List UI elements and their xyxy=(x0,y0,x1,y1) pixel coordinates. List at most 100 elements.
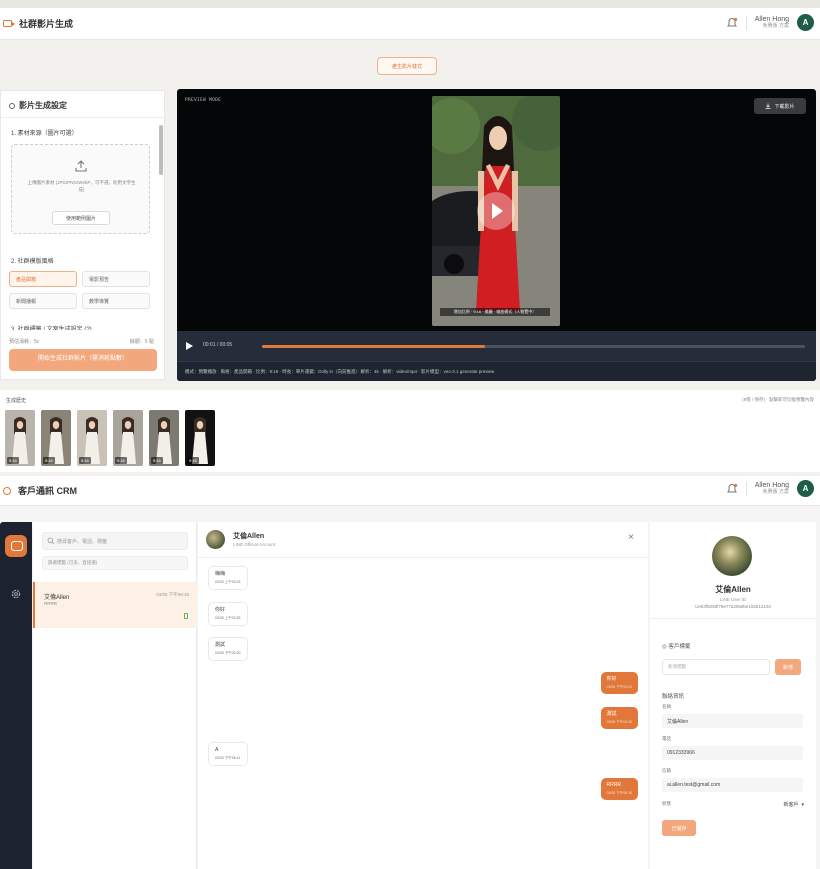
template-option-1[interactable]: 電影預告 xyxy=(82,271,150,287)
history-thumbnail-ratio: 9:16 xyxy=(187,457,199,464)
message-time: 03/05 下午08:16 xyxy=(606,791,633,795)
outgoing-message: 你好 03/05 下午03:24 xyxy=(600,672,638,694)
settings-divider xyxy=(1,117,166,118)
play-overlay-icon[interactable] xyxy=(477,192,515,230)
top-strip xyxy=(0,0,820,8)
message-time: 03/05 下午03:20 xyxy=(215,651,241,655)
conversation-time: 03/05 下午08:16 xyxy=(156,592,189,597)
message-text: 嗨嗨 xyxy=(215,571,226,577)
history-thumbnail-ratio: 9:16 xyxy=(115,457,127,464)
crm-user-avatar[interactable]: A xyxy=(797,480,814,497)
history-thumbnail[interactable]: 9:16 xyxy=(149,410,179,466)
profile-avatar xyxy=(712,536,752,576)
outgoing-message: 測試 03/05 下午03:26 xyxy=(600,707,638,729)
conversation-name: 艾倫Allen xyxy=(44,595,70,601)
customer-tags-title-text: 客戶標籤 xyxy=(668,644,691,650)
message-text: 測試 xyxy=(215,642,226,648)
generate-style-button[interactable]: 產生影片樣式 xyxy=(377,57,437,75)
profile-id-label: LINE User ID xyxy=(719,597,747,602)
tag-filter-select[interactable]: 篩選標籤 (可多，直接選) xyxy=(42,556,188,570)
chat-window: 艾倫Allen LINE Official Account × 嗨嗨 03/05 … xyxy=(198,522,648,869)
section-source-label: 1. 素材來源（圖片可選） xyxy=(11,131,78,137)
history-thumbnail[interactable]: 9:16 xyxy=(5,410,35,466)
download-video-button[interactable]: 下載影片 xyxy=(754,98,806,114)
template-option-3[interactable]: 教學導覽 xyxy=(82,293,150,309)
crm-notification-bell-icon[interactable] xyxy=(726,483,738,495)
settings-panel: 影片生成設定 1. 素材來源（圖片可選） 上傳圖片素材 (JPG/PNG/Web… xyxy=(0,90,166,380)
history-thumbnail-ratio: 9:16 xyxy=(43,457,55,464)
video-progress-fill xyxy=(262,345,485,348)
notification-bell-icon[interactable] xyxy=(726,17,738,29)
template-option-2[interactable]: 新聞播報 xyxy=(9,293,77,309)
use-sample-image-button[interactable]: 使用範例圖片 xyxy=(52,211,110,225)
email-field[interactable]: ai.allen.test@gmail.com xyxy=(662,778,803,792)
user-avatar[interactable]: A xyxy=(797,14,814,31)
template-option-0[interactable]: 產品開箱 xyxy=(9,271,77,287)
chat-header: 艾倫Allen LINE Official Account × xyxy=(198,522,648,558)
video-controls: 00:01 / 00:05 xyxy=(177,331,816,361)
message-text: 測試 xyxy=(606,711,617,717)
incoming-message: A 03/05 下午08:14 xyxy=(208,742,248,766)
message-text: 你好 xyxy=(606,676,617,682)
incoming-message: 嗨嗨 03/05 上午03:18 xyxy=(208,566,248,590)
play-icon[interactable] xyxy=(186,342,193,350)
video-progress-track[interactable] xyxy=(262,345,805,348)
nav-settings-gear-icon[interactable] xyxy=(10,588,22,600)
message-text: A xyxy=(215,747,219,753)
settings-title: 影片生成設定 xyxy=(9,100,67,111)
start-generate-button[interactable]: 開始生成社群影片（需消耗點數） xyxy=(9,349,157,371)
contact-info-title: 聯絡資訊 xyxy=(662,694,685,700)
conversation-list: 搜尋客戶、電話、標籤 篩選標籤 (可多，直接選) 艾倫Allen 03/05 下… xyxy=(33,522,197,869)
message-time: 03/05 下午03:24 xyxy=(606,685,633,689)
status-select[interactable]: 新客戶 ▾ xyxy=(764,798,804,811)
email-field-label: 信箱 xyxy=(662,768,671,773)
incoming-message: 你好 03/05 上午03:53 xyxy=(208,602,248,626)
history-thumbnail[interactable]: 9:16 xyxy=(185,410,215,466)
chat-close-icon[interactable]: × xyxy=(628,532,634,543)
history-thumbnail-ratio: 9:16 xyxy=(79,457,91,464)
chat-contact-avatar xyxy=(206,530,225,549)
crm-sidebar xyxy=(0,522,32,869)
line-phone-icon xyxy=(184,613,188,619)
customer-tags-title: ◎ 客戶標籤 xyxy=(662,642,690,650)
phone-field-label: 電話 xyxy=(662,736,671,741)
new-tag-input[interactable]: 新增標籤 xyxy=(662,659,770,675)
crm-header: 客戶通訊 CRM Allen Hong 免費版 方案 A xyxy=(0,476,820,506)
chevron-down-icon: ▾ xyxy=(801,801,804,808)
phone-field[interactable]: 0912333966 xyxy=(662,746,803,760)
settings-title-text: 影片生成設定 xyxy=(19,101,67,110)
chat-bubble-icon xyxy=(3,486,11,495)
history-hint: (8張 / 保存) · 點擊即可切換預覽內容 xyxy=(742,397,814,402)
conversation-item[interactable]: 艾倫Allen 03/05 下午08:16 RRRR xyxy=(33,582,197,628)
history-thumbnail[interactable]: 9:16 xyxy=(77,410,107,466)
page-title: 社群影片生成 xyxy=(19,19,74,29)
history-thumbnail[interactable]: 9:16 xyxy=(41,410,71,466)
download-icon xyxy=(765,103,771,109)
profile-name: 艾倫Allen xyxy=(715,585,751,594)
customer-search-input[interactable]: 搜尋客戶、電話、標籤 xyxy=(42,532,188,550)
section-caption-label: 3. 社群標籤 / 文案生成設定 (?) xyxy=(11,327,92,330)
nav-chat-icon[interactable] xyxy=(5,535,27,557)
add-tag-button[interactable]: 新增 xyxy=(775,659,801,675)
settings-scrollbar[interactable] xyxy=(159,125,163,175)
outgoing-message: RRRR 03/05 下午08:16 xyxy=(600,778,638,800)
message-time: 03/05 上午03:53 xyxy=(215,616,241,620)
crm-header-user-area: Allen Hong 免費版 方案 A xyxy=(726,480,814,497)
chat-contact-channel: LINE Official Account xyxy=(233,542,276,547)
video-subtitle: 增加比例 · 9:16 · 美麗 · 縮放模式（人物置中） xyxy=(440,308,550,316)
message-text: 你好 xyxy=(215,607,226,613)
save-button[interactable]: 已儲存 xyxy=(662,820,696,836)
preview-mode-label: PREVIEW MODE xyxy=(185,98,222,103)
credits-balance: 餘額：5 點 xyxy=(129,339,154,345)
upload-dropzone[interactable]: 上傳圖片素材 (JPG/PNG/WebP，可不選，則用文字生成) 使用範例圖片 xyxy=(11,144,150,234)
history-thumbnail[interactable]: 9:16 xyxy=(113,410,143,466)
name-field[interactable]: 艾倫Allen xyxy=(662,714,803,728)
download-video-label: 下載影片 xyxy=(774,103,795,110)
search-placeholder: 搜尋客戶、電話、標籤 xyxy=(57,538,108,545)
video-meta-text: 模式：預覽播放 · 風格：產品開箱 · 比例：9:16 · 時長：單片運鏡：Do… xyxy=(185,369,495,374)
message-time: 03/05 下午08:14 xyxy=(215,756,241,760)
video-frame[interactable]: 增加比例 · 9:16 · 美麗 · 縮放模式（人物置中） xyxy=(432,96,560,326)
history-thumbnail-ratio: 9:16 xyxy=(7,457,19,464)
settings-gear-icon xyxy=(9,102,15,109)
history-label: 生成歷史 xyxy=(6,398,27,404)
